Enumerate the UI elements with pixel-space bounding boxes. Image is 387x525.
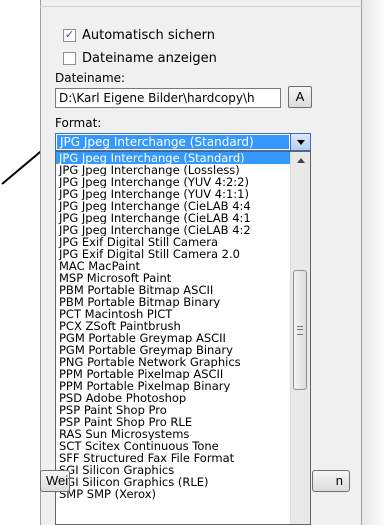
top-separator (40, 0, 362, 7)
right-button[interactable]: n (312, 470, 350, 492)
scroll-up-icon (296, 158, 305, 163)
weiter-button[interactable]: Weit (40, 470, 70, 492)
format-option[interactable]: PGM Portable Greymap ASCII (56, 332, 291, 344)
format-option[interactable]: MSP Microsoft Paint (56, 272, 291, 284)
show-filename-option[interactable]: Dateiname anzeigen (63, 50, 217, 66)
show-filename-label: Dateiname anzeigen (82, 50, 217, 66)
format-option[interactable]: JPG Jpeg Interchange (YUV 4:1:1) (56, 188, 291, 200)
format-options: JPG Jpeg Interchange (Standard) JPG Jpeg … (56, 152, 291, 500)
format-option[interactable]: SCT Scitex Continuous Tone (56, 440, 291, 452)
format-option[interactable]: PBM Portable Bitmap ASCII (56, 284, 291, 296)
autosave-checkbox[interactable]: ✓ (63, 28, 76, 42)
format-option[interactable]: PNG Portable Network Graphics (56, 356, 291, 368)
format-option[interactable]: SFF Structured Fax File Format (56, 452, 291, 464)
format-option[interactable]: JPG Jpeg Interchange (CieLAB 4:4 (56, 200, 291, 212)
format-option[interactable]: SMP SMP (Xerox) (56, 488, 291, 500)
format-option[interactable]: JPG Exif Digital Still Camera 2.0 (56, 248, 291, 260)
scroll-up-button[interactable] (291, 152, 310, 169)
filename-field[interactable]: D:\Karl Eigene Bilder\hardcopy\h (55, 88, 281, 108)
grip-icon (297, 325, 303, 335)
panel-edge (362, 0, 387, 525)
format-option[interactable]: JPG Jpeg Interchange (YUV 4:2:2) (56, 176, 291, 188)
chevron-down-icon (296, 139, 305, 145)
format-selected-value: JPG Jpeg Interchange (Standard) (57, 135, 289, 149)
format-option[interactable]: PGM Portable Greymap Binary (56, 344, 291, 356)
format-label: Format: (55, 116, 102, 130)
format-combobox[interactable]: JPG Jpeg Interchange (Standard) (55, 133, 311, 151)
format-option[interactable]: PSP Paint Shop Pro (56, 404, 291, 416)
format-option[interactable]: JPG Jpeg Interchange (Standard) (56, 152, 291, 164)
format-option[interactable]: JPG Jpeg Interchange (CieLAB 4:1 (56, 212, 291, 224)
format-option[interactable]: PPM Portable Pixelmap ASCII (56, 368, 291, 380)
autosave-label: Automatisch sichern (82, 27, 215, 43)
format-option[interactable]: PBM Portable Bitmap Binary (56, 296, 291, 308)
scroll-thumb[interactable] (293, 270, 307, 390)
format-option[interactable]: SGI Silicon Graphics (56, 464, 291, 476)
format-option[interactable]: MAC MacPaint (56, 260, 291, 272)
format-option[interactable]: JPG Jpeg Interchange (Lossless) (56, 164, 291, 176)
format-option[interactable]: PPM Portable Pixelmap Binary (56, 380, 291, 392)
format-option[interactable]: PCT Macintosh PICT (56, 308, 291, 320)
show-filename-checkbox[interactable] (63, 51, 76, 65)
format-option[interactable]: PCX ZSoft Paintbrush (56, 320, 291, 332)
format-option[interactable]: RAS Sun Microsystems (56, 428, 291, 440)
filename-label: Dateiname: (55, 71, 126, 85)
format-dropdown-button[interactable] (290, 134, 310, 150)
format-option[interactable]: PSP Paint Shop Pro RLE (56, 416, 291, 428)
checkmark-icon: ✓ (64, 28, 75, 41)
format-dropdown-list[interactable]: JPG Jpeg Interchange (Standard) JPG Jpeg … (55, 151, 311, 525)
filename-a-button[interactable]: A (288, 86, 312, 108)
format-option[interactable]: SGI Silicon Graphics (RLE) (56, 476, 291, 488)
autosave-option[interactable]: ✓ Automatisch sichern (63, 27, 215, 43)
format-option[interactable]: JPG Jpeg Interchange (CieLAB 4:2 (56, 224, 291, 236)
dropdown-scrollbar[interactable] (290, 152, 310, 524)
format-option[interactable]: JPG Exif Digital Still Camera (56, 236, 291, 248)
format-option[interactable]: PSD Adobe Photoshop (56, 392, 291, 404)
